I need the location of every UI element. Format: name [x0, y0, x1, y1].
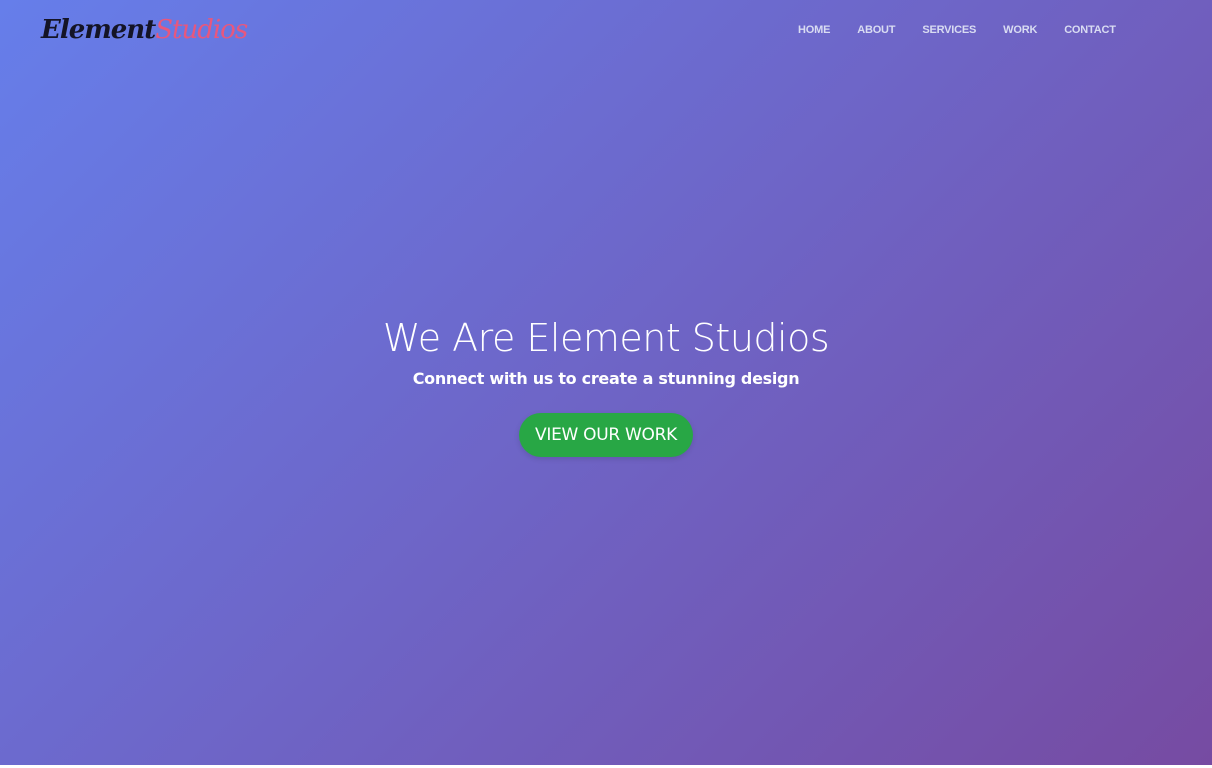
hero-content: We Are Element Studios Connect with us t… — [0, 310, 1212, 457]
view-our-work-button[interactable]: VIEW OUR WORK — [519, 413, 693, 457]
hero-subtitle: Connect with us to create a stunning des… — [412, 369, 800, 388]
nav-link-contact[interactable]: CONTACT — [1054, 20, 1126, 40]
nav-link-services[interactable]: SERVICES — [912, 20, 986, 40]
logo-text-studios: Studios — [155, 15, 248, 45]
logo-text-element: Element — [41, 15, 156, 45]
brand-logo[interactable]: ElementStudios — [41, 10, 248, 50]
nav-link-about[interactable]: ABOUT — [847, 20, 905, 40]
nav-link-work[interactable]: WORK — [993, 20, 1047, 40]
nav-link-home[interactable]: HOME — [788, 20, 840, 40]
hero-title: We Are Element Studios — [382, 316, 830, 360]
nav-menu: HOME ABOUT SERVICES WORK CONTACT — [788, 20, 1126, 40]
top-navbar: ElementStudios HOME ABOUT SERVICES WORK … — [0, 0, 1212, 62]
hero-section: ElementStudios HOME ABOUT SERVICES WORK … — [0, 0, 1212, 765]
